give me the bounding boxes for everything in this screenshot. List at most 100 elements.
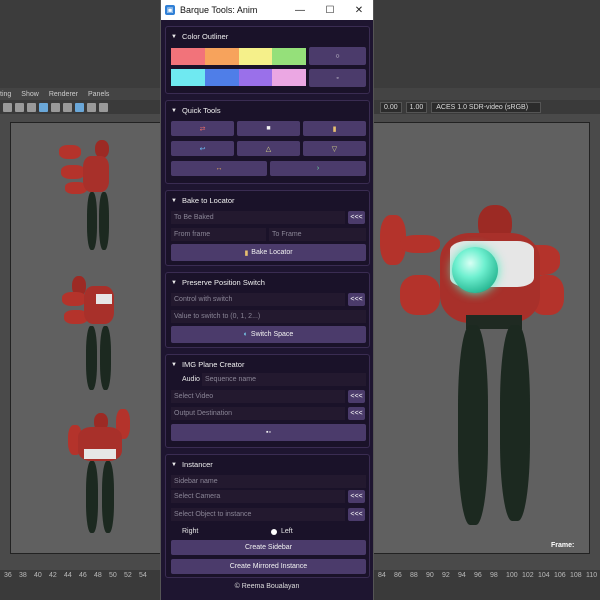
menu-panels[interactable]: Panels bbox=[88, 91, 109, 98]
grid-icon[interactable] bbox=[51, 102, 60, 112]
menu-lighting[interactable]: ting bbox=[0, 91, 11, 98]
quick-tools-header[interactable]: ▼ Quick Tools bbox=[171, 106, 221, 115]
bookmark-icon[interactable] bbox=[15, 102, 24, 112]
swatch-row-1 bbox=[171, 48, 306, 65]
select-video-pick-button[interactable]: <<< bbox=[348, 390, 365, 403]
collapse-icon: ▼ bbox=[171, 107, 177, 114]
to-frame-field[interactable]: To Frame bbox=[269, 228, 366, 241]
color-swatch-blue[interactable] bbox=[204, 69, 239, 86]
window-title: Barque Tools: Anim bbox=[180, 5, 258, 15]
gamma-field[interactable]: 1.00 bbox=[405, 101, 428, 113]
timeline-tick: 98 bbox=[490, 572, 498, 579]
timeline-tick: 86 bbox=[394, 572, 402, 579]
close-button[interactable]: ✕ bbox=[348, 0, 370, 20]
color-reset-button[interactable]: ◦ bbox=[309, 69, 366, 87]
timeline-tick: 108 bbox=[570, 572, 582, 579]
colorspace-dropdown[interactable]: ACES 1.0 SDR-video (sRGB) bbox=[431, 101, 542, 113]
select-camera-pick-button[interactable]: <<< bbox=[348, 490, 365, 503]
color-outliner-header[interactable]: ▼ Color Outliner bbox=[171, 32, 228, 41]
control-switch-field[interactable]: Control with switch bbox=[171, 293, 345, 306]
quick-tool-switch-icon[interactable]: ⇄ bbox=[171, 121, 234, 136]
create-mirrored-instance-button[interactable]: Create Mirrored Instance bbox=[171, 559, 366, 574]
lighting-icon[interactable] bbox=[99, 102, 108, 112]
instancer-section: ▼ Instancer Sidebar name Select Camera <… bbox=[165, 454, 370, 578]
exposure-field[interactable]: 0.00 bbox=[380, 101, 402, 113]
preserve-position-section: ▼ Preserve Position Switch Control with … bbox=[165, 272, 370, 348]
right-radio-label[interactable]: Right bbox=[182, 528, 198, 535]
menu-show[interactable]: Show bbox=[21, 91, 39, 98]
switch-value-field[interactable]: Value to switch to (0, 1, 2...) bbox=[171, 310, 366, 323]
timeline-tick: 90 bbox=[426, 572, 434, 579]
timeline-tick: 36 bbox=[4, 572, 12, 579]
timeline-tick: 102 bbox=[522, 572, 534, 579]
instancer-header[interactable]: ▼ Instancer bbox=[171, 460, 213, 469]
select-camera-icon[interactable] bbox=[39, 102, 48, 112]
quick-tool-triangle-up-icon[interactable]: △ bbox=[237, 141, 300, 156]
timeline-tick: 52 bbox=[124, 572, 132, 579]
smooth-shade-icon[interactable] bbox=[75, 102, 84, 112]
left-radio-button[interactable] bbox=[271, 529, 277, 535]
img-plane-header[interactable]: ▼ IMG Plane Creator bbox=[171, 360, 244, 369]
quick-tool-key-icon[interactable]: ▮ bbox=[303, 121, 366, 136]
timeline-tick: 50 bbox=[109, 572, 117, 579]
select-camera-field[interactable]: Select Camera bbox=[171, 490, 345, 503]
collapse-icon: ▼ bbox=[171, 361, 177, 368]
maximize-button[interactable]: ☐ bbox=[319, 0, 341, 20]
select-object-pick-button[interactable]: <<< bbox=[348, 508, 365, 521]
menu-renderer[interactable]: Renderer bbox=[49, 91, 78, 98]
color-outliner-title: Color Outliner bbox=[181, 32, 229, 41]
to-be-baked-field[interactable]: To Be Baked bbox=[171, 211, 345, 224]
character-figure-side bbox=[62, 272, 122, 394]
bake-to-locator-header[interactable]: ▼ Bake to Locator bbox=[171, 196, 235, 205]
control-switch-pick-button[interactable]: <<< bbox=[348, 293, 365, 306]
color-swatch-orange[interactable] bbox=[204, 48, 239, 65]
textured-icon[interactable] bbox=[87, 102, 96, 112]
select-video-field[interactable]: Select Video bbox=[171, 390, 345, 403]
to-be-baked-pick-button[interactable]: <<< bbox=[348, 211, 365, 224]
barque-tools-window: ▣ Barque Tools: Anim — ☐ ✕ ▼ Color Outli… bbox=[160, 0, 374, 600]
quick-tool-undo-icon[interactable]: ↩ bbox=[171, 141, 234, 156]
collapse-icon: ▼ bbox=[171, 461, 177, 468]
copyright-footer: © Reema Boualayan bbox=[234, 583, 300, 590]
bake-to-locator-section: ▼ Bake to Locator To Be Baked <<< From f… bbox=[165, 190, 370, 266]
color-swatch-pink[interactable] bbox=[272, 69, 306, 86]
timeline-tick: 44 bbox=[64, 572, 72, 579]
collapse-icon: ▼ bbox=[171, 279, 177, 286]
bake-to-locator-title: Bake to Locator bbox=[181, 196, 235, 205]
sequence-name-field[interactable]: Sequence name bbox=[202, 373, 366, 386]
timeline-tick: 48 bbox=[94, 572, 102, 579]
color-swatch-yellow[interactable] bbox=[238, 48, 273, 65]
collapse-icon: ▼ bbox=[171, 197, 177, 204]
bake-locator-button[interactable]: ▮ Bake Locator bbox=[171, 244, 366, 261]
film-icon: ▪▫ bbox=[266, 429, 271, 436]
color-swatch-cyan[interactable] bbox=[171, 69, 205, 86]
camera-icon[interactable] bbox=[3, 102, 12, 112]
output-destination-pick-button[interactable]: <<< bbox=[348, 407, 365, 420]
switch-space-button[interactable]: ◐ Switch Space bbox=[171, 326, 366, 343]
create-image-plane-button[interactable]: ▪▫ bbox=[171, 424, 366, 441]
title-bar[interactable]: ▣ Barque Tools: Anim — ☐ ✕ bbox=[161, 0, 373, 20]
color-swatch-red[interactable] bbox=[171, 48, 205, 65]
quick-tool-mirror-icon[interactable]: ↔ bbox=[171, 161, 267, 176]
locator-icon: ▮ bbox=[244, 249, 249, 257]
left-radio-label[interactable]: Left bbox=[281, 528, 293, 535]
image-plane-icon[interactable] bbox=[27, 102, 36, 112]
sidebar-name-field[interactable]: Sidebar name bbox=[171, 475, 366, 488]
create-sidebar-button[interactable]: Create Sidebar bbox=[171, 540, 366, 555]
quick-tools-title: Quick Tools bbox=[181, 106, 221, 115]
output-destination-field[interactable]: Output Destination bbox=[171, 407, 345, 420]
color-swatch-green[interactable] bbox=[272, 48, 306, 65]
select-object-field[interactable]: Select Object to instance bbox=[171, 508, 345, 521]
quick-tool-triangle-down-icon[interactable]: ▽ bbox=[303, 141, 366, 156]
color-swatch-purple[interactable] bbox=[238, 69, 273, 86]
color-apply-button[interactable]: ○ bbox=[309, 47, 366, 65]
wireframe-icon[interactable] bbox=[63, 102, 72, 112]
preserve-position-header[interactable]: ▼ Preserve Position Switch bbox=[171, 278, 265, 287]
minimize-button[interactable]: — bbox=[289, 0, 311, 20]
switch-space-label: Switch Space bbox=[250, 331, 294, 338]
quick-tool-next-icon[interactable]: › bbox=[270, 161, 366, 176]
timeline-tick: 84 bbox=[378, 572, 386, 579]
from-frame-field[interactable]: From frame bbox=[171, 228, 266, 241]
quick-tool-camera-icon[interactable]: ■ bbox=[237, 121, 300, 136]
timeline-tick: 110 bbox=[586, 572, 598, 579]
